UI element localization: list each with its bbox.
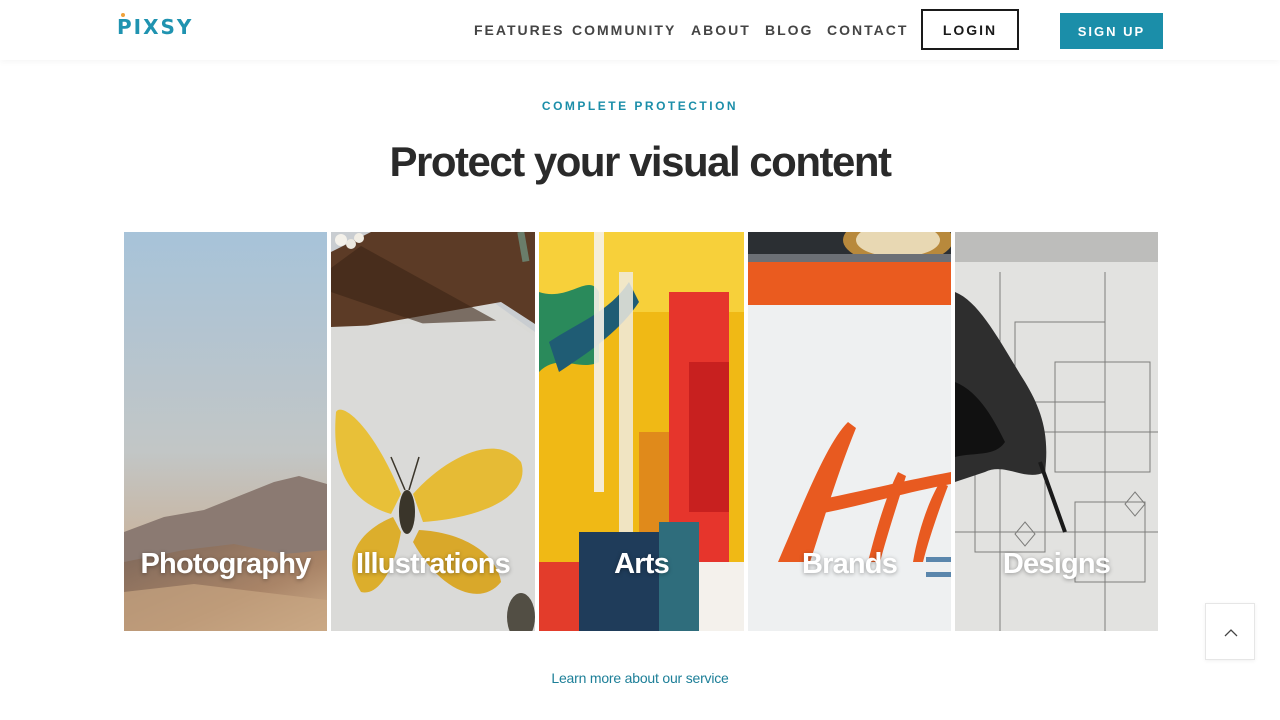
signup-button[interactable]: SIGN UP [1060,13,1163,49]
logo-dot [121,13,125,17]
panel-brands[interactable]: Brands [748,232,951,631]
scroll-to-top-button[interactable] [1205,603,1255,660]
panel-label-illustrations: Illustrations [356,548,511,580]
section-eyebrow: COMPLETE PROTECTION [541,99,739,113]
panel-designs[interactable]: Designs [955,232,1158,631]
nav-about[interactable]: ABOUT [691,22,751,38]
panel-label-photography: Photography [140,548,311,580]
panel-label-brands: Brands [801,548,898,580]
nav-blog[interactable]: BLOG [765,22,813,38]
section-title: Protect your visual content [389,138,892,185]
nav-features[interactable]: FEATURES [474,22,564,38]
panel-photography[interactable]: Photography [124,232,327,631]
panel-label-arts: Arts [614,548,670,580]
login-button[interactable]: LOGIN [921,9,1019,50]
panel-illustrations[interactable]: Illustrations [331,232,535,631]
learn-more-link[interactable]: Learn more about our service [0,670,1280,686]
panel-label-designs: Designs [1002,548,1111,580]
site-header: PIXSY FEATURES COMMUNITY ABOUT BLOG CONT… [0,0,1280,60]
nav-contact[interactable]: CONTACT [827,22,908,38]
category-panels: Photography Illustrations Arts Brands De… [124,232,1158,631]
panel-arts[interactable]: Arts [539,232,744,631]
nav-community[interactable]: COMMUNITY [572,22,676,38]
chevron-up-icon [1224,629,1238,637]
